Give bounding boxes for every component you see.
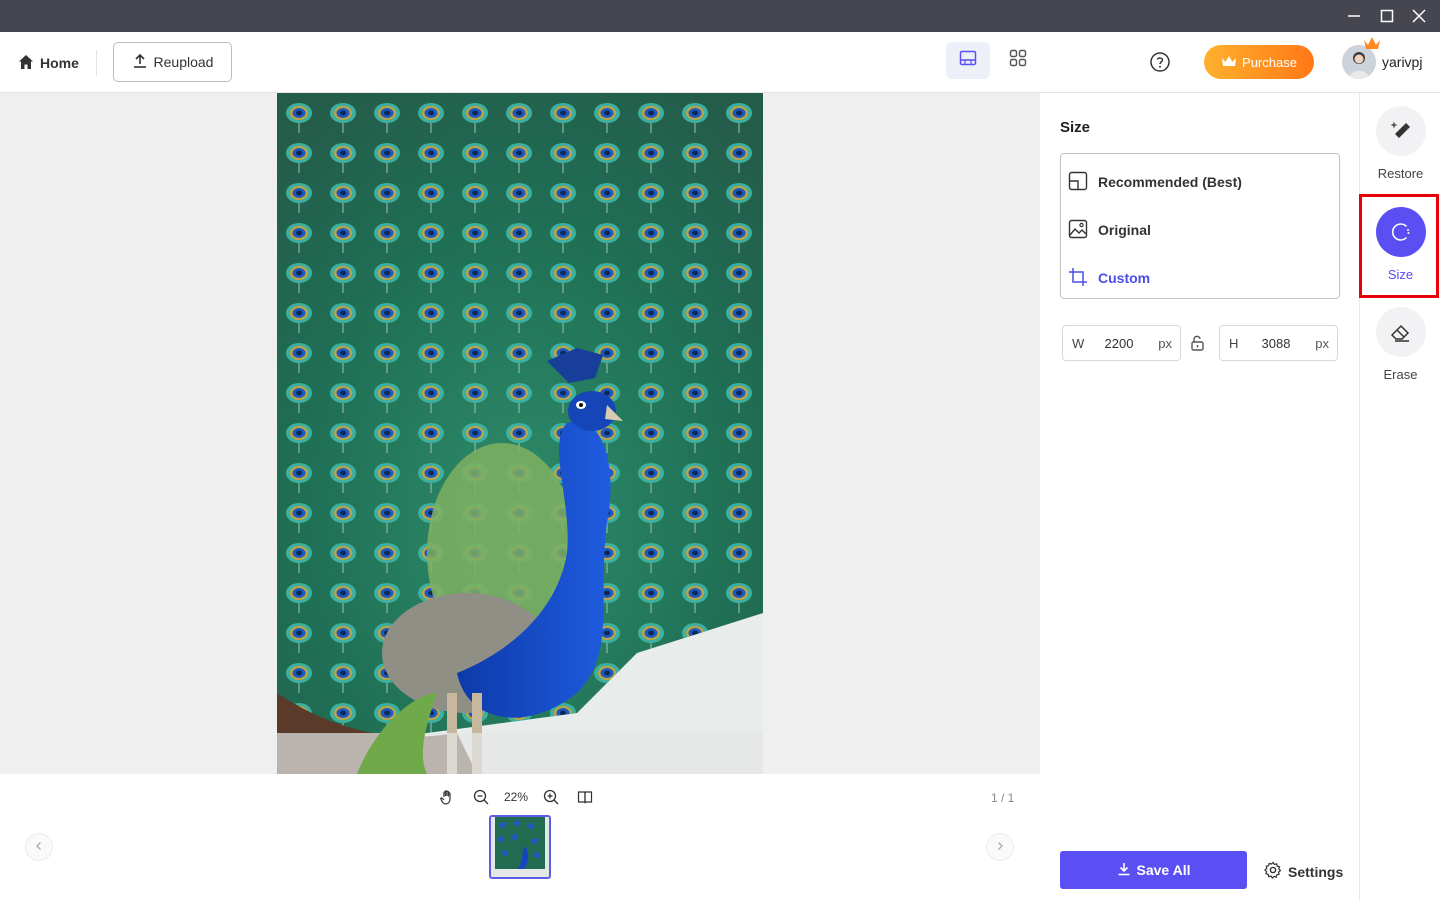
- purchase-button[interactable]: Purchase: [1204, 45, 1314, 79]
- single-view-button[interactable]: [946, 42, 990, 79]
- crown-icon: [1221, 55, 1237, 70]
- eraser-icon: [1375, 307, 1426, 357]
- grid-view-button[interactable]: [996, 42, 1040, 79]
- zoom-out-icon[interactable]: [470, 786, 492, 808]
- crop-icon: [1068, 267, 1088, 290]
- tool-erase[interactable]: Erase: [1360, 307, 1440, 382]
- bottom-bar: 22% 1 / 1: [0, 774, 1040, 900]
- settings-button[interactable]: Settings: [1263, 861, 1344, 882]
- option-recommended[interactable]: Recommended (Best): [1068, 162, 1332, 202]
- size-panel: Size Recommended (Best) Original Custom …: [1040, 93, 1359, 900]
- prev-image-button[interactable]: [25, 833, 53, 861]
- crown-badge-icon: [1362, 35, 1382, 56]
- restore-brush-icon: [1375, 106, 1426, 156]
- help-icon[interactable]: [1148, 50, 1172, 74]
- option-label: Recommended (Best): [1098, 174, 1242, 190]
- gear-icon: [1263, 861, 1282, 882]
- unlock-icon[interactable]: [1189, 334, 1207, 352]
- width-unit: px: [1158, 335, 1172, 351]
- tool-label: Restore: [1377, 166, 1424, 181]
- width-input[interactable]: [1093, 335, 1145, 351]
- tool-label: Erase: [1383, 367, 1418, 382]
- size-circle-icon: [1375, 207, 1426, 257]
- peacock-photo: [277, 93, 763, 774]
- reupload-label: Reupload: [153, 54, 214, 70]
- minimize-icon[interactable]: [1343, 6, 1365, 26]
- panel-title: Size: [1060, 119, 1091, 136]
- download-icon: [1117, 862, 1131, 879]
- option-label: Custom: [1098, 270, 1151, 286]
- home-label: Home: [40, 55, 79, 71]
- maximize-icon[interactable]: [1376, 6, 1398, 26]
- tool-restore[interactable]: Restore: [1360, 106, 1440, 181]
- image-canvas[interactable]: [0, 93, 1040, 774]
- option-custom[interactable]: Custom: [1068, 258, 1332, 298]
- tool-label: Size: [1387, 267, 1414, 282]
- zoom-controls: 22%: [436, 786, 596, 808]
- height-unit: px: [1315, 335, 1329, 351]
- option-label: Original: [1098, 222, 1151, 238]
- width-field[interactable]: W px: [1062, 325, 1181, 361]
- tool-size[interactable]: Size: [1360, 207, 1440, 282]
- chevron-left-icon: [34, 838, 44, 856]
- top-toolbar: Home Reupload Purchase yarivpj: [0, 32, 1440, 93]
- width-label: W: [1072, 335, 1085, 351]
- image-thumbnail[interactable]: [489, 815, 551, 879]
- compare-book-icon[interactable]: [574, 786, 596, 808]
- tool-rail: Restore Size Erase: [1359, 93, 1440, 900]
- save-all-button[interactable]: Save All: [1060, 851, 1247, 889]
- username[interactable]: yarivpj: [1382, 54, 1422, 70]
- purchase-label: Purchase: [1242, 54, 1297, 70]
- recommended-layout-icon: [1068, 171, 1088, 194]
- single-view-icon: [959, 50, 977, 71]
- title-bar: [0, 0, 1440, 32]
- size-options: Recommended (Best) Original Custom: [1060, 153, 1340, 299]
- close-icon[interactable]: [1408, 6, 1430, 26]
- zoom-level: 22%: [504, 790, 529, 804]
- toolbar-divider: [96, 50, 97, 76]
- home-icon: [18, 54, 34, 73]
- save-all-label: Save All: [1136, 862, 1191, 878]
- height-input[interactable]: [1250, 335, 1302, 351]
- home-button[interactable]: Home: [18, 52, 79, 74]
- page-indicator: 1 / 1: [991, 791, 1015, 805]
- image-icon: [1068, 219, 1088, 242]
- height-label: H: [1229, 335, 1239, 351]
- upload-icon: [132, 53, 148, 72]
- height-field[interactable]: H px: [1219, 325, 1338, 361]
- settings-label: Settings: [1288, 863, 1344, 880]
- chevron-right-icon: [995, 838, 1005, 856]
- option-original[interactable]: Original: [1068, 210, 1332, 250]
- reupload-button[interactable]: Reupload: [113, 42, 232, 82]
- grid-view-icon: [1009, 49, 1027, 72]
- hand-pan-icon[interactable]: [436, 786, 458, 808]
- next-image-button[interactable]: [986, 833, 1014, 861]
- avatar[interactable]: [1342, 37, 1380, 79]
- zoom-in-icon[interactable]: [540, 786, 562, 808]
